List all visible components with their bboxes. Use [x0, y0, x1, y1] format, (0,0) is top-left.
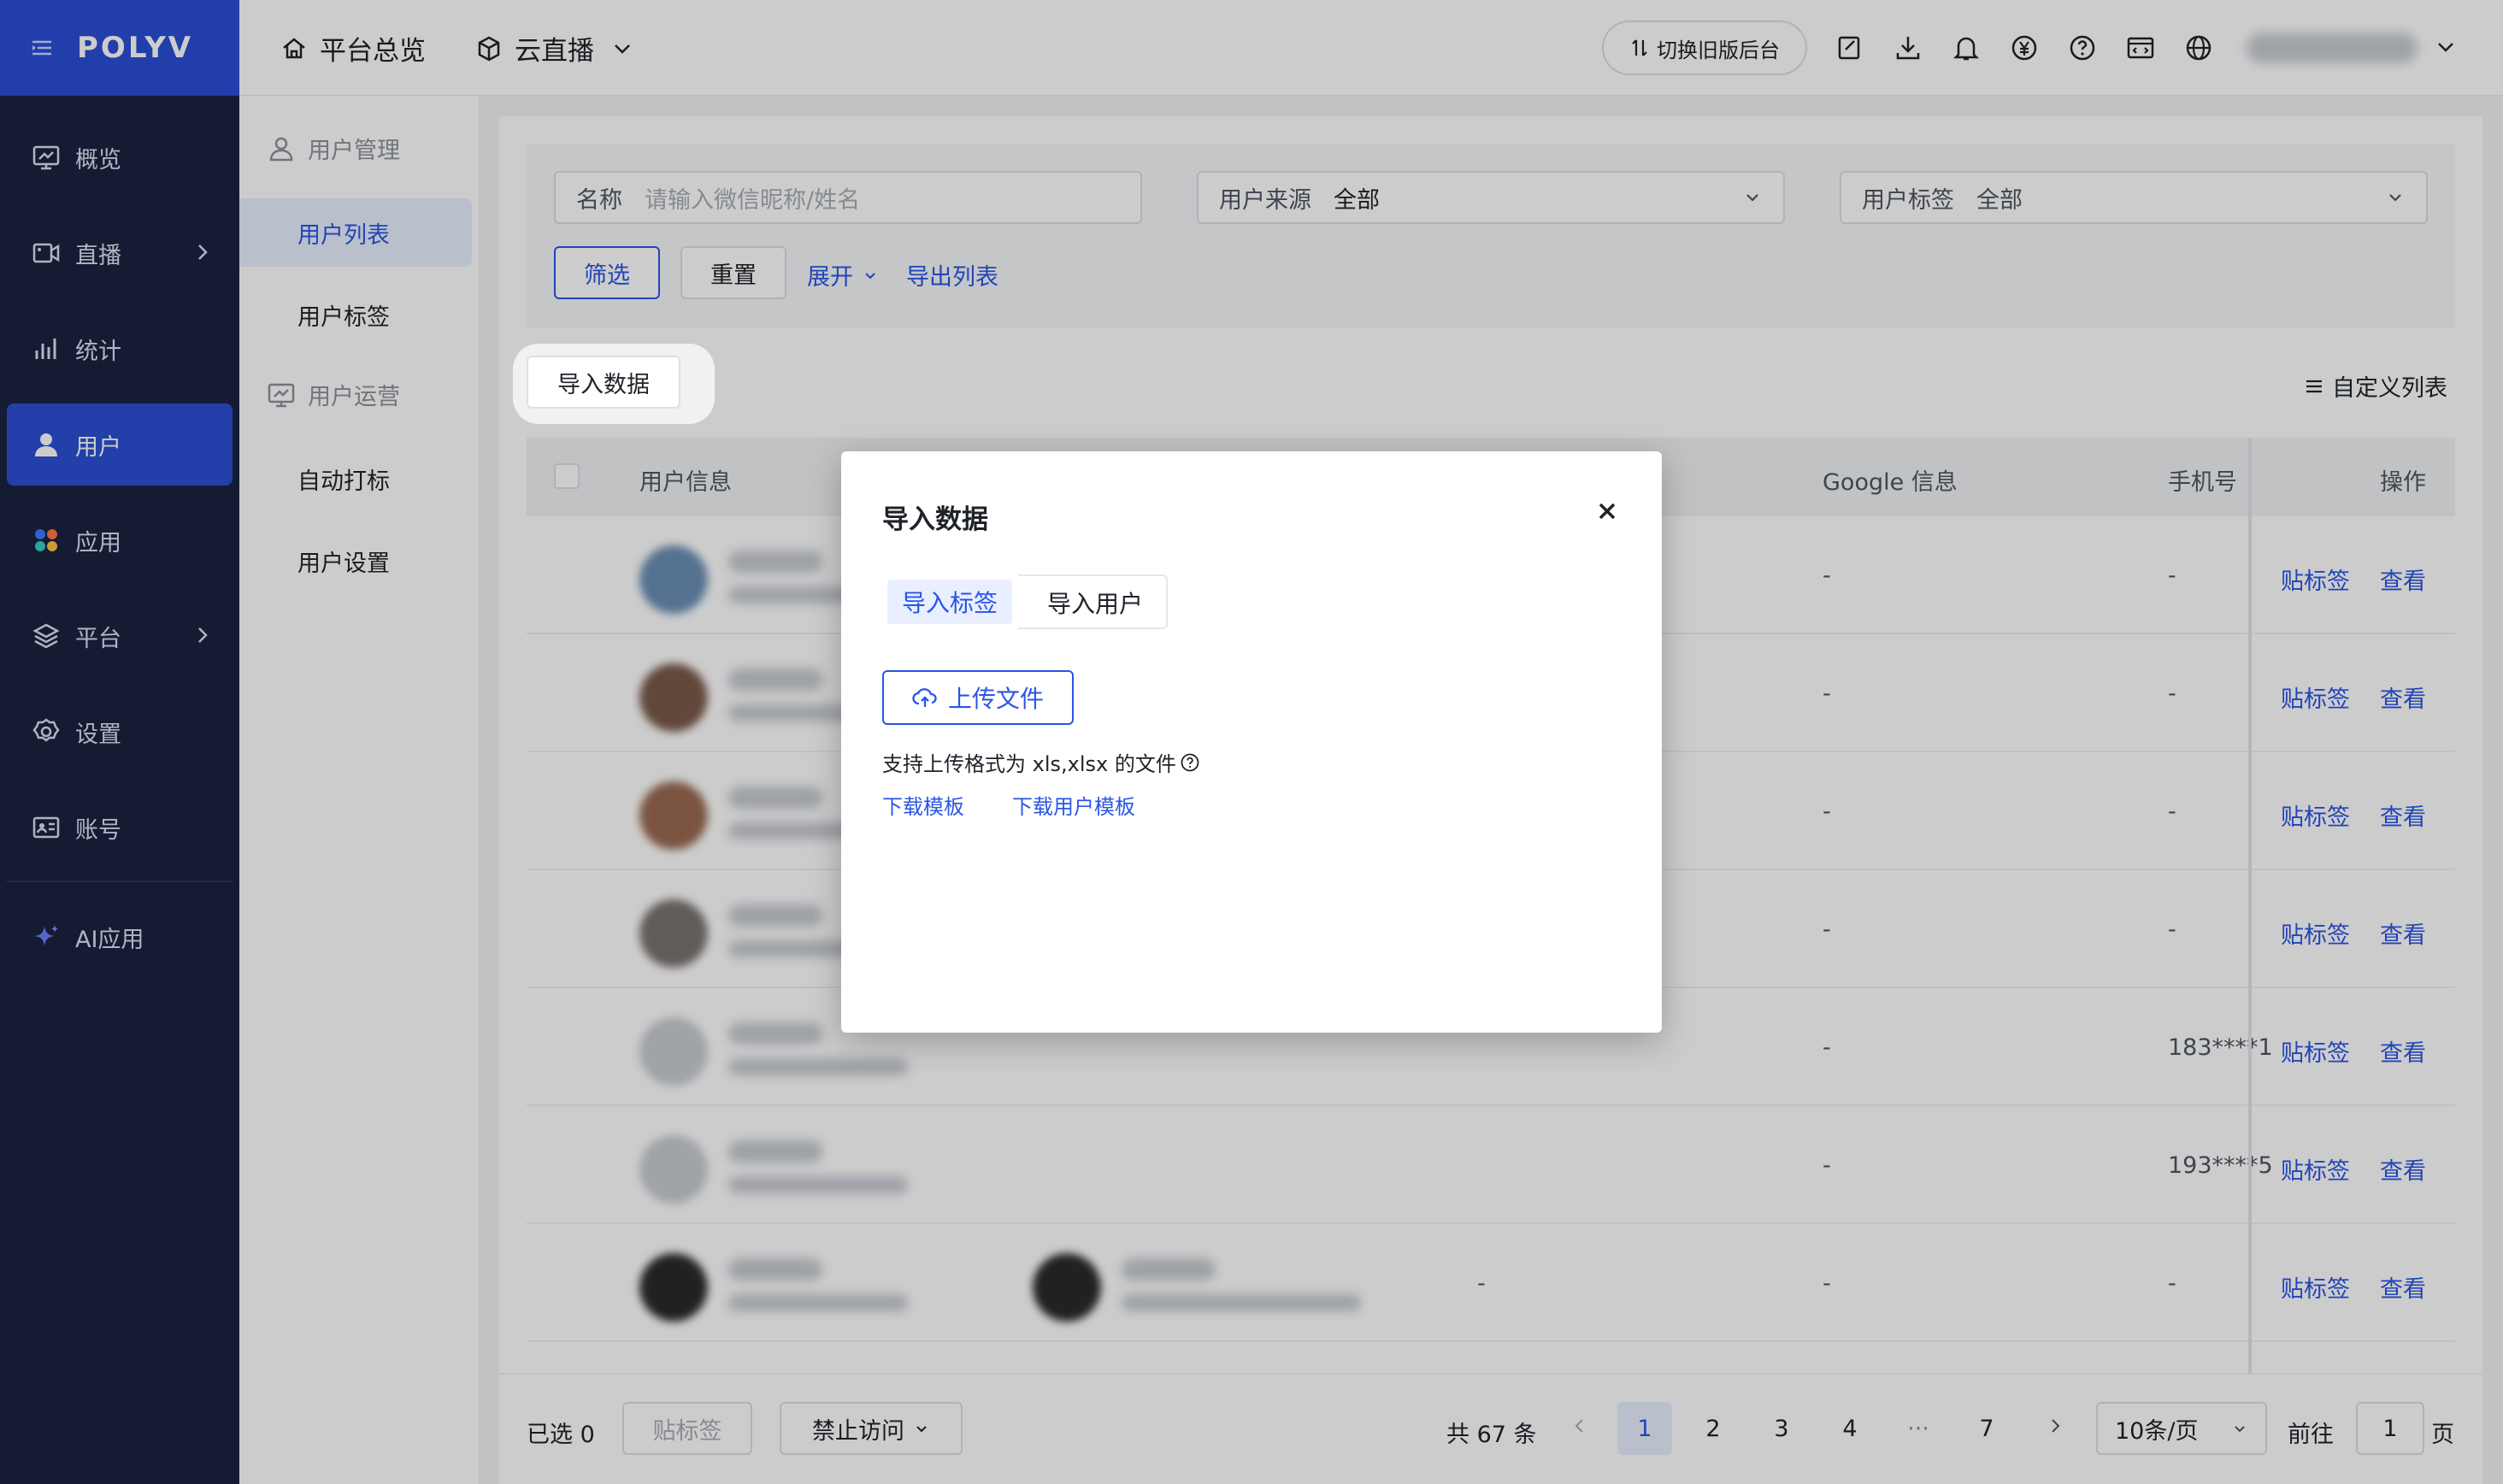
download-user-template-link[interactable]: 下载用户模板: [1012, 790, 1135, 820]
upload-file-button[interactable]: 上传文件: [882, 670, 1074, 725]
close-icon[interactable]: [1593, 498, 1621, 525]
upload-format-hint: 支持上传格式为 xls,xlsx 的文件: [882, 747, 1200, 777]
cloud-upload-icon: [912, 685, 948, 710]
tab-import-users[interactable]: 导入用户: [1031, 581, 1159, 624]
dialog-title: 导入数据: [882, 504, 988, 535]
upload-label: 上传文件: [947, 685, 1044, 713]
tab-import-tags[interactable]: 导入标签: [887, 580, 1012, 624]
hint-text: 支持上传格式为 xls,xlsx 的文件: [882, 752, 1176, 776]
download-template-link[interactable]: 下载模板: [882, 790, 964, 820]
question-icon[interactable]: [1176, 752, 1200, 773]
import-data-button-highlighted[interactable]: 导入数据: [527, 356, 680, 409]
import-data-dialog: 导入数据 导入用户 导入标签 上传文件 支持上传格式为 xls,xlsx 的文件…: [841, 451, 1662, 1033]
